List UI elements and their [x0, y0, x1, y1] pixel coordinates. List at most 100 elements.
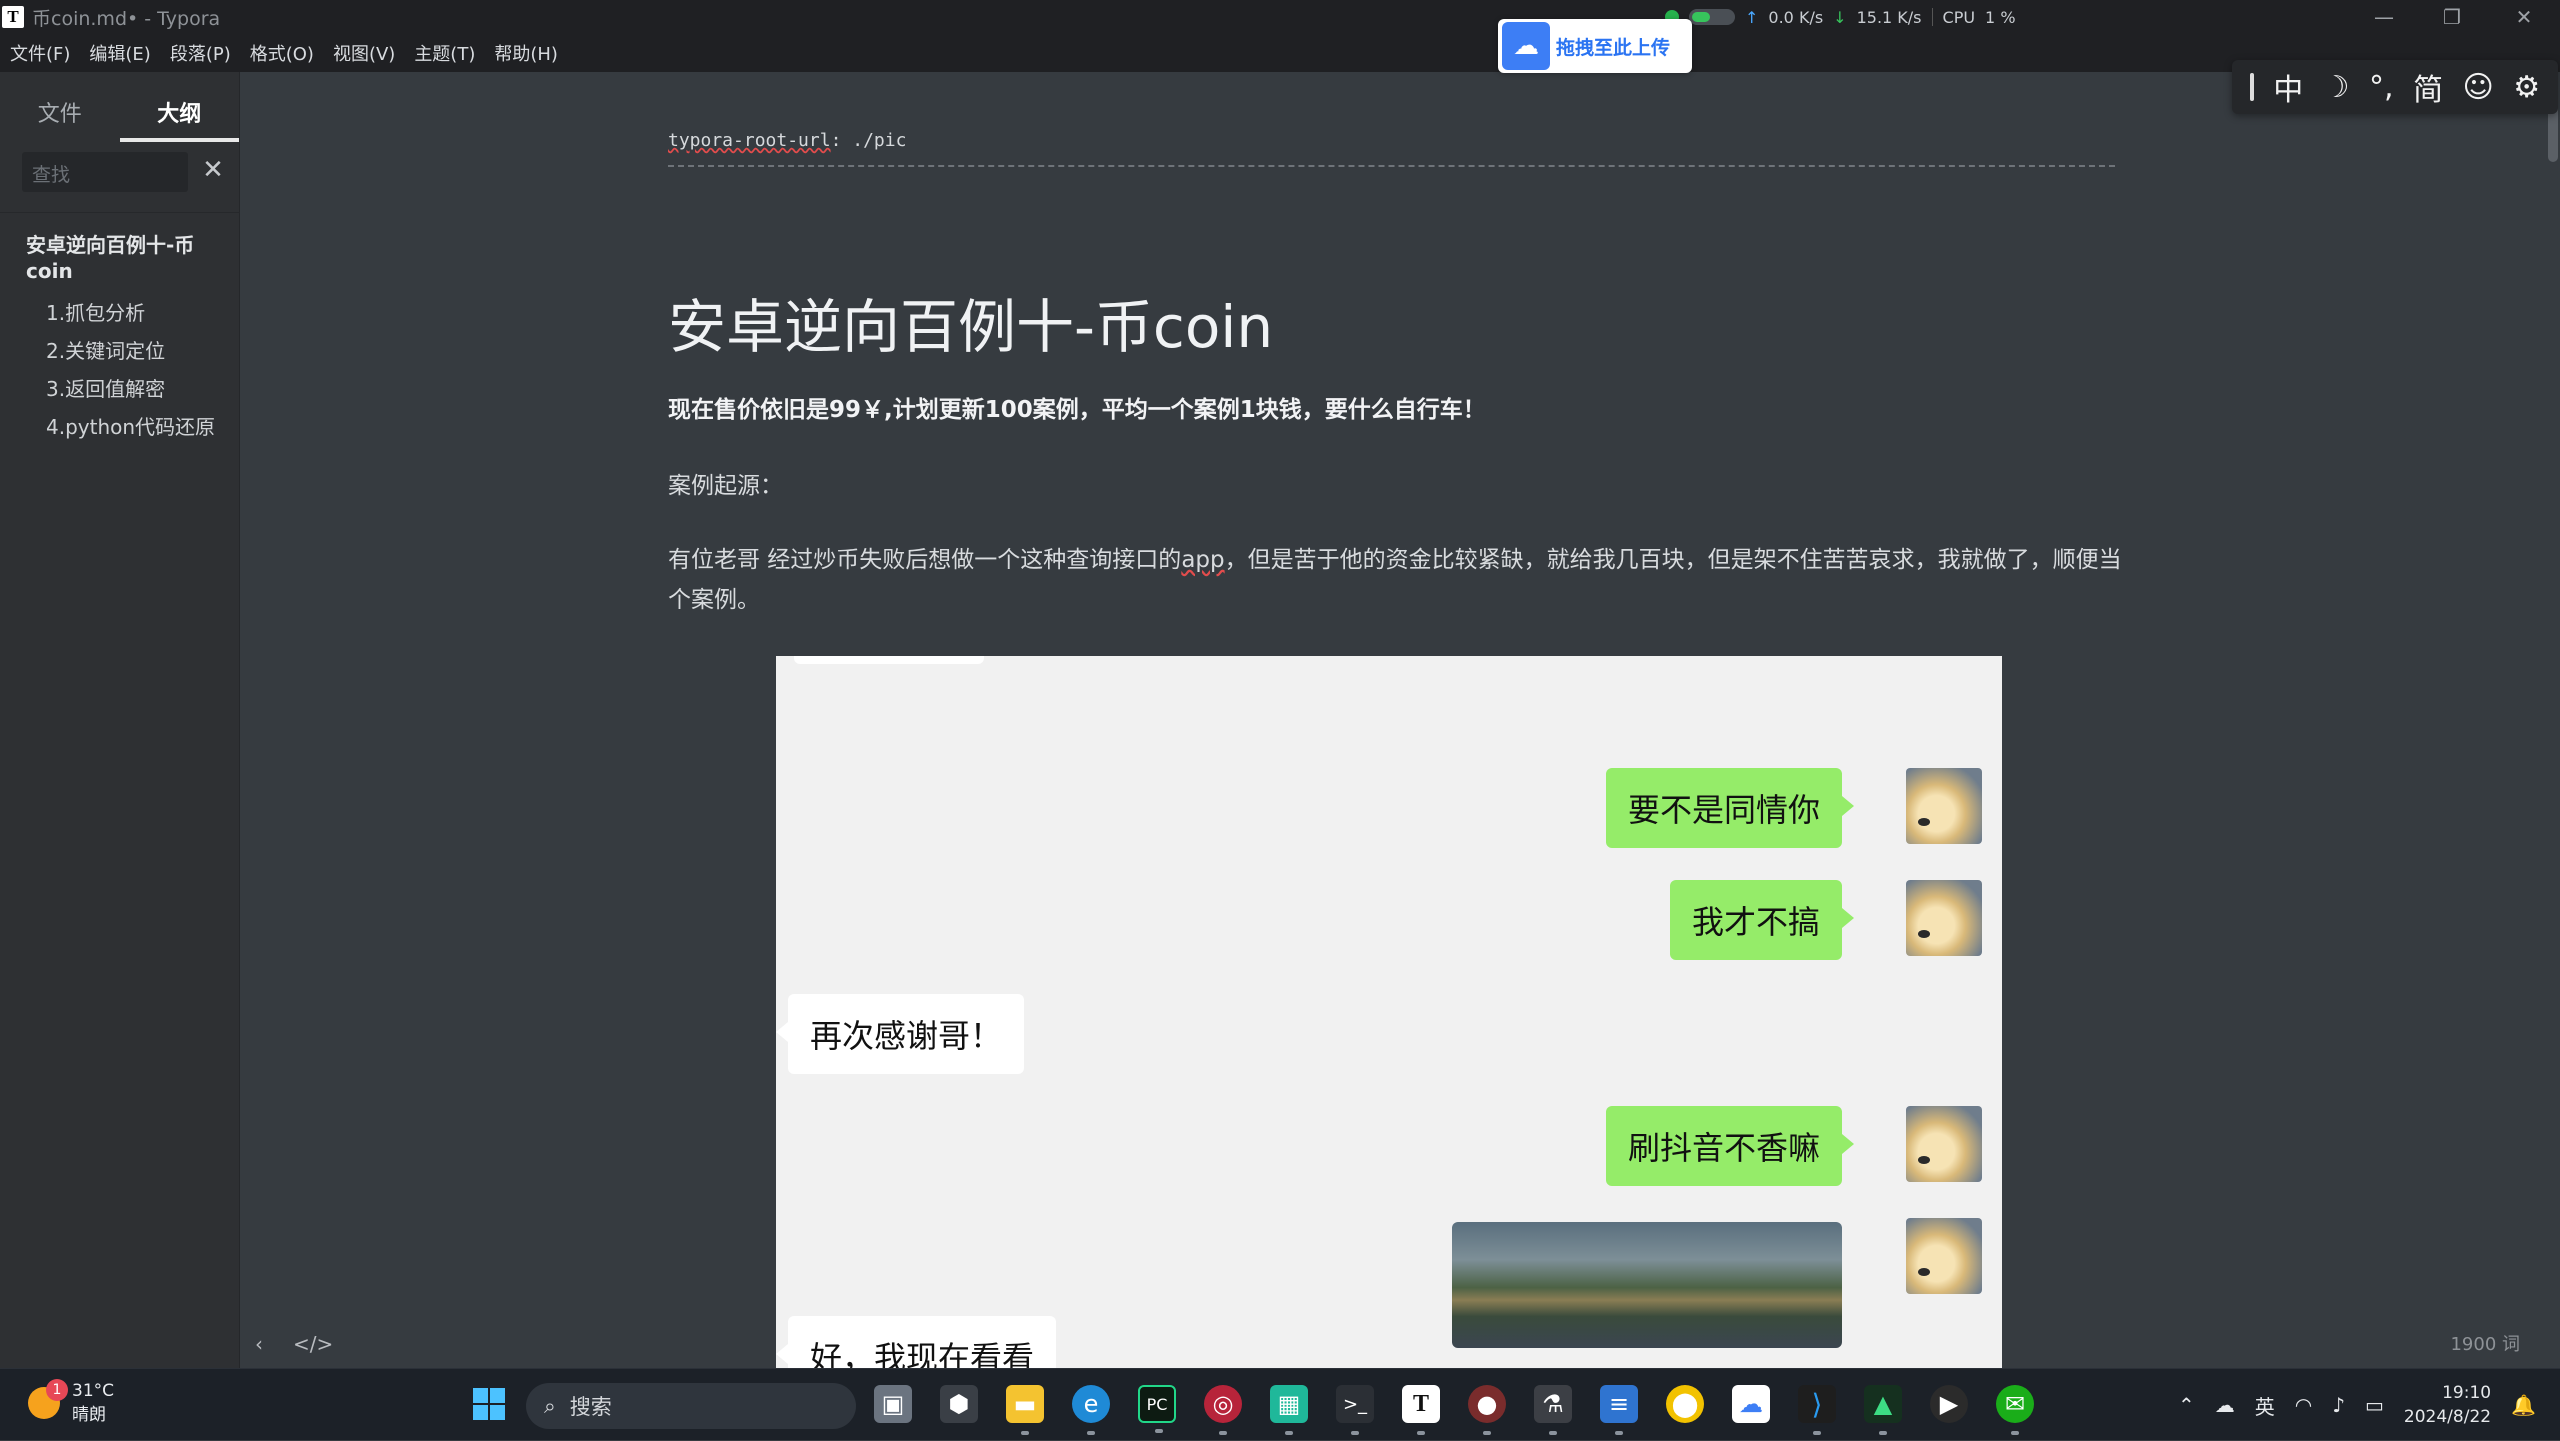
- android-studio-icon[interactable]: ▲: [1864, 1385, 1902, 1435]
- download-arrow-icon: ↓: [1833, 7, 1847, 27]
- onedrive-cloud-icon[interactable]: ☁: [2215, 1393, 2235, 1417]
- menu-format[interactable]: 格式(O): [250, 40, 314, 66]
- close-button[interactable]: ✕: [2488, 0, 2560, 34]
- source-code-mode-icon[interactable]: </>: [293, 1332, 333, 1356]
- restore-button[interactable]: ❐: [2416, 0, 2488, 34]
- taskbar-search-input[interactable]: ⌕ 搜索: [526, 1383, 856, 1429]
- ime-chinese-mode-icon[interactable]: 中: [2273, 65, 2303, 109]
- vscode-icon[interactable]: ⟩: [1798, 1385, 1836, 1435]
- ime-simplified-icon[interactable]: 简: [2413, 65, 2443, 109]
- outline-item[interactable]: 2.关键词定位: [0, 332, 240, 370]
- window-title: 币coin.md• - Typora: [32, 7, 221, 30]
- chat-screenshot-image[interactable]: 要不是同情你 我才不搞 再次感谢哥！ 刷抖音不香嘛 好，我现在看看: [776, 656, 2002, 1368]
- outline-item-h1[interactable]: 安卓逆向百例十-币coin: [0, 232, 240, 284]
- tab-outline[interactable]: 大纲: [119, 72, 239, 142]
- title-bar: T 币coin.md• - Typora: [0, 0, 2560, 34]
- upload-label: 拖拽至此上传: [1556, 36, 1671, 59]
- divider: [0, 212, 240, 213]
- wifi-icon[interactable]: ◠: [2295, 1393, 2312, 1417]
- chat-bubble-other: 好，我现在看看: [776, 1316, 1057, 1368]
- menu-edit[interactable]: 编辑(E): [89, 40, 150, 66]
- outline-item[interactable]: 4.python代码还原: [0, 408, 240, 446]
- task-view-icon[interactable]: ▣: [874, 1385, 912, 1423]
- chat-photo-message: [1452, 1222, 1842, 1348]
- avatar: [1906, 880, 1982, 956]
- menu-help[interactable]: 帮助(H): [494, 40, 558, 66]
- menu-view[interactable]: 视图(V): [333, 40, 395, 66]
- terminal-icon[interactable]: >_: [1336, 1385, 1374, 1435]
- baidu-netdisk-icon[interactable]: ☁: [1732, 1385, 1770, 1423]
- clock-time: 19:10: [2442, 1383, 2492, 1403]
- calculator-icon[interactable]: ▦: [1270, 1385, 1308, 1435]
- unity-hub-icon[interactable]: ⬢: [940, 1385, 978, 1423]
- windows-start-icon[interactable]: [470, 1385, 508, 1423]
- tab-files[interactable]: 文件: [0, 72, 120, 142]
- outline-tree: 安卓逆向百例十-币coin 1.抓包分析 2.关键词定位 3.返回值解密 4.p…: [0, 232, 240, 446]
- word-count[interactable]: 1900 词: [2450, 1330, 2520, 1356]
- ime-half-width-icon[interactable]: ☽: [2323, 70, 2350, 105]
- speed-toggle[interactable]: [1689, 9, 1735, 25]
- clear-search-icon[interactable]: ✕: [200, 152, 226, 188]
- network-speed-monitor: ↑ 0.0 K/s ↓ 15.1 K/s CPU 1 %: [1665, 0, 2016, 34]
- sidebar-tabs: 文件 大纲: [0, 72, 239, 142]
- wechat-icon[interactable]: ✉: [1996, 1385, 2034, 1435]
- yellow-app-icon[interactable]: ⬤: [1666, 1385, 1704, 1423]
- menu-file[interactable]: 文件(F): [10, 40, 70, 66]
- chat-bubble-other: 再次感谢哥！: [776, 994, 1025, 1074]
- notification-bell-icon[interactable]: 🔔: [2511, 1393, 2536, 1417]
- pycharm-icon[interactable]: PC: [1138, 1385, 1176, 1433]
- cloud-upload-icon: ☁: [1502, 22, 1550, 70]
- document-title[interactable]: 安卓逆向百例十-币coin: [668, 280, 1273, 364]
- yaml-front-matter[interactable]: typora-root-url: ./pic: [668, 130, 2115, 167]
- file-explorer-icon[interactable]: ▬: [1006, 1385, 1044, 1435]
- typora-icon[interactable]: T: [1402, 1385, 1440, 1435]
- ime-settings-icon[interactable]: ⚙: [2513, 70, 2540, 105]
- menu-bar: 文件(F) 编辑(E) 段落(P) 格式(O) 视图(V) 主题(T) 帮助(H…: [0, 34, 2560, 72]
- search-icon: ⌕: [544, 1393, 556, 1418]
- clock-date: 2024/8/22: [2403, 1407, 2492, 1427]
- front-matter-key: typora-root-url: [668, 130, 831, 151]
- media-player-icon[interactable]: ▶: [1930, 1385, 1968, 1423]
- search-placeholder: 搜索: [569, 1395, 612, 1419]
- menu-paragraph[interactable]: 段落(P): [170, 40, 231, 66]
- taskbar: 1 31°C 晴朗 ⌕ 搜索 ▣ ⬢ ▬ e PC ◎ ▦ >_ T ● ⚗ ≡…: [0, 1368, 2560, 1440]
- editor-pane[interactable]: typora-root-url: ./pic 安卓逆向百例十-币coin 现在售…: [241, 72, 2560, 1368]
- minimize-button[interactable]: —: [2348, 0, 2420, 34]
- story-paragraph[interactable]: 有位老哥 经过炒币失败后想做一个这种查询接口的app，但是苦于他的资金比较紧缺，…: [668, 540, 2128, 620]
- drag-handle[interactable]: [2249, 73, 2254, 101]
- outline-item[interactable]: 3.返回值解密: [0, 370, 240, 408]
- outline-item[interactable]: 1.抓包分析: [0, 294, 240, 332]
- battery-icon[interactable]: ▭: [2365, 1393, 2384, 1417]
- upload-drop-widget[interactable]: ☁ 拖拽至此上传: [1498, 19, 1692, 73]
- ime-emoji-icon[interactable]: ☺: [2463, 70, 2494, 105]
- weather-desc: 晴朗: [72, 1405, 106, 1425]
- toggle-sidebar-icon[interactable]: ‹: [255, 1332, 263, 1356]
- cpu-value: 1 %: [1985, 7, 2016, 27]
- outline-search-input[interactable]: 查找: [22, 152, 188, 192]
- menu-theme[interactable]: 主题(T): [414, 40, 475, 66]
- price-paragraph[interactable]: 现在售价依旧是99￥,计划更新100案例，平均一个案例1块钱，要什么自行车！: [668, 390, 2128, 430]
- upload-arrow-icon: ↑: [1745, 7, 1759, 27]
- sidebar: 文件 大纲 查找 ✕ 安卓逆向百例十-币coin 1.抓包分析 2.关键词定位 …: [0, 72, 240, 1368]
- user-avatar-app-icon[interactable]: ●: [1468, 1385, 1506, 1435]
- download-speed: 15.1 K/s: [1856, 7, 1922, 27]
- minimize-icon: —: [2374, 5, 2394, 29]
- avatar: [1906, 1106, 1982, 1182]
- restore-icon: ❐: [2443, 5, 2461, 29]
- chrome-like-icon[interactable]: ◎: [1204, 1385, 1242, 1435]
- system-tray: ⌃ ☁ 英 ◠ ♪ ▭ 19:10 2024/8/22 🔔: [2178, 1369, 2536, 1441]
- volume-icon[interactable]: ♪: [2332, 1393, 2345, 1417]
- notepad-icon[interactable]: ≡: [1600, 1385, 1638, 1435]
- notification-badge: 1: [46, 1379, 68, 1401]
- ime-punctuation-icon[interactable]: °,: [2369, 70, 2394, 105]
- clock[interactable]: 19:10 2024/8/22: [2404, 1381, 2491, 1429]
- origin-paragraph[interactable]: 案例起源：: [668, 466, 2128, 506]
- input-language-indicator[interactable]: 英: [2255, 1391, 2275, 1420]
- jadx-icon[interactable]: ⚗: [1534, 1385, 1572, 1435]
- chat-bubble-me: 我才不搞: [1669, 880, 1855, 960]
- partial-bubble: [794, 656, 984, 664]
- chat-bubble-me: 刷抖音不香嘛: [1605, 1106, 1855, 1186]
- show-hidden-icons-icon[interactable]: ⌃: [2178, 1393, 2195, 1417]
- edge-browser-icon[interactable]: e: [1072, 1385, 1110, 1435]
- weather-widget[interactable]: 1 31°C 晴朗: [28, 1379, 114, 1427]
